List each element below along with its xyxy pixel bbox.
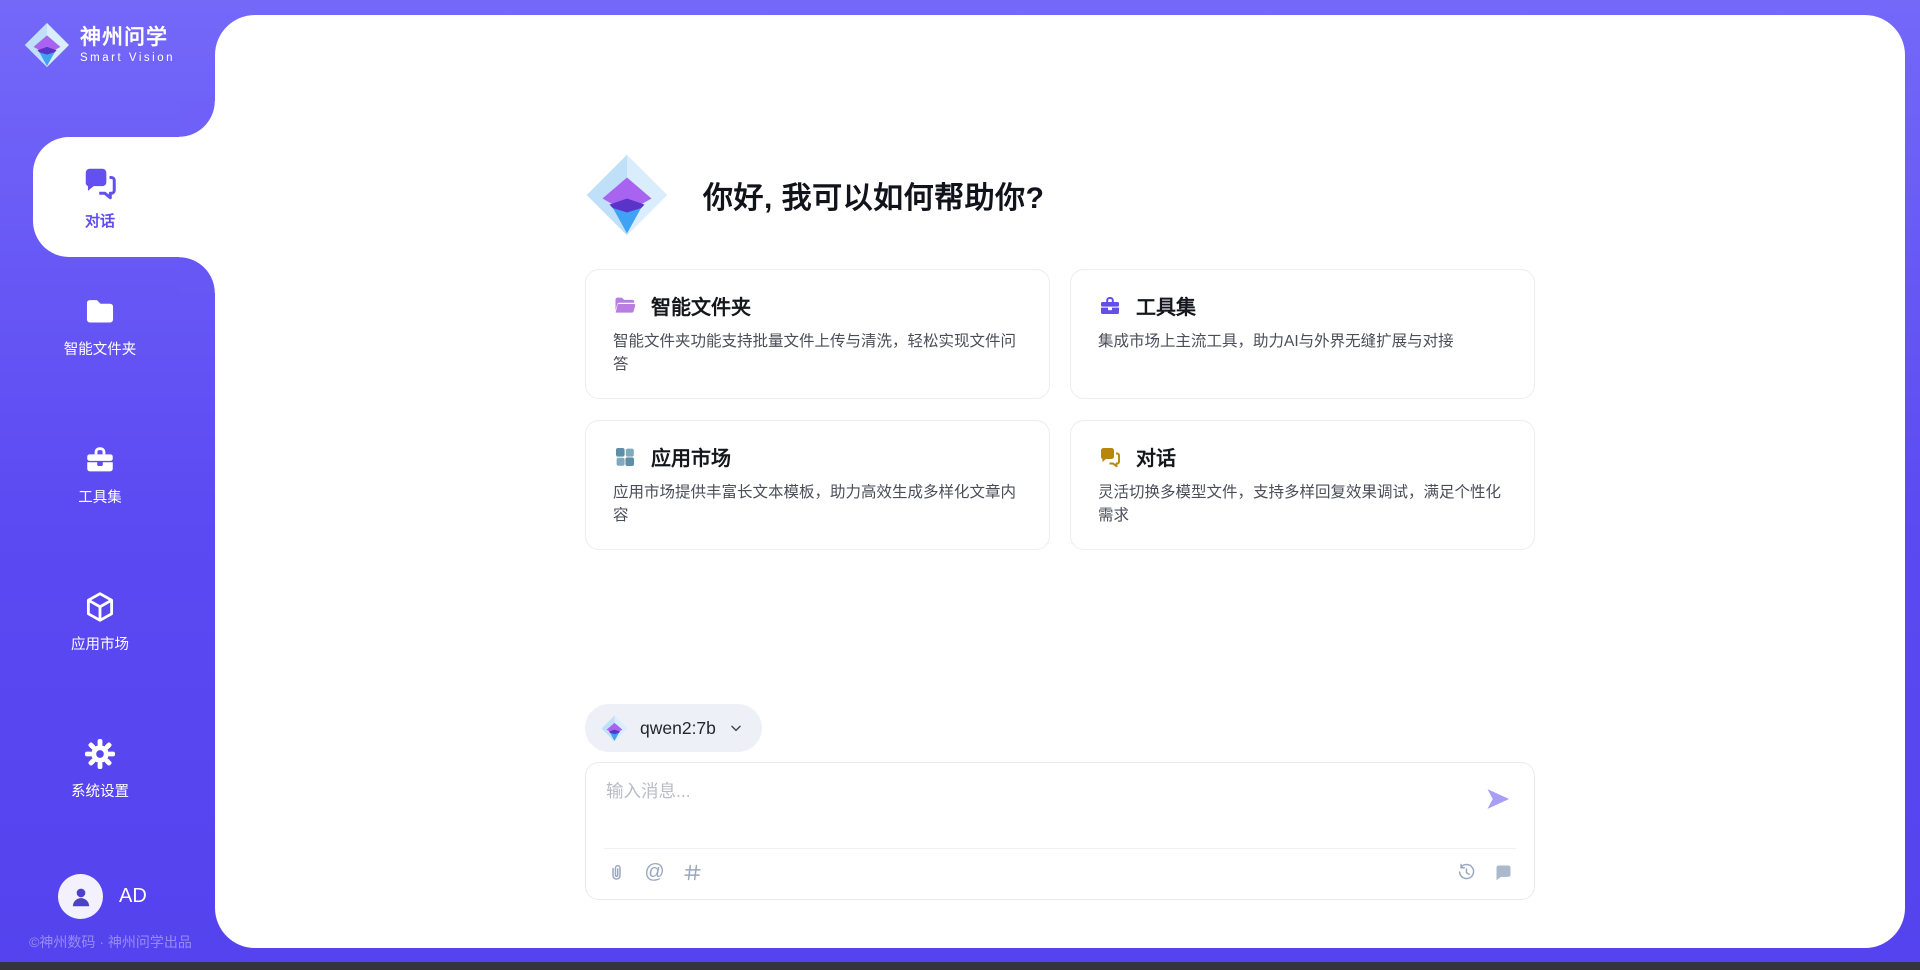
chat-filled-icon[interactable]: [1493, 862, 1514, 883]
app-logo: 神州问学 Smart Vision: [24, 22, 175, 68]
feature-cards: 智能文件夹 智能文件夹功能支持批量文件上传与清洗，轻松实现文件问答 工具集 集成…: [585, 269, 1535, 550]
gem-diamond-icon: [585, 153, 669, 237]
sidebar-item-label: 工具集: [78, 486, 122, 507]
card-description: 灵活切换多模型文件，支持多样回复效果调试，满足个性化需求: [1098, 481, 1507, 528]
send-icon[interactable]: [1484, 785, 1512, 813]
composer-toolbar: @: [606, 857, 1514, 887]
sidebar-item-label: 应用市场: [71, 633, 129, 654]
card-description: 集成市场上主流工具，助力AI与外界无缝扩展与对接: [1098, 330, 1507, 353]
card-smart-folder[interactable]: 智能文件夹 智能文件夹功能支持批量文件上传与清洗，轻松实现文件问答: [585, 269, 1050, 399]
at-mention-icon[interactable]: @: [644, 862, 665, 883]
user-name: AD: [119, 885, 147, 908]
model-selector[interactable]: qwen2:7b: [585, 704, 762, 752]
card-description: 应用市场提供丰富长文本模板，助力高效生成多样化文章内容: [613, 481, 1022, 528]
greeting-block: 你好, 我可以如何帮助你?: [585, 153, 1535, 237]
model-name: qwen2:7b: [640, 718, 716, 739]
toolbox-icon: [1098, 294, 1122, 318]
user-account[interactable]: AD: [58, 874, 147, 919]
main-panel: 你好, 我可以如何帮助你? 智能文件夹 智能文件夹功能支持批量文件上传与清洗，轻…: [215, 15, 1905, 948]
chat-bubbles-icon: [1098, 445, 1122, 469]
page-title: 你好, 我可以如何帮助你?: [703, 173, 1045, 217]
hash-icon[interactable]: [682, 862, 703, 883]
chat-bubbles-icon: [81, 164, 119, 202]
history-icon[interactable]: [1456, 862, 1477, 883]
grid-tiles-icon: [613, 445, 637, 469]
brand-subtitle: Smart Vision: [80, 52, 175, 64]
card-app-market[interactable]: 应用市场 应用市场提供丰富长文本模板，助力高效生成多样化文章内容: [585, 420, 1050, 550]
sidebar: 神州问学 Smart Vision 对话 智能文件夹 工具集: [0, 0, 215, 970]
sidebar-item-settings[interactable]: 系统设置: [0, 737, 200, 801]
card-description: 智能文件夹功能支持批量文件上传与清洗，轻松实现文件问答: [613, 330, 1022, 377]
card-title: 智能文件夹: [651, 291, 751, 320]
open-folder-icon: [613, 294, 637, 318]
sidebar-item-label: 对话: [85, 210, 115, 231]
sidebar-item-label: 系统设置: [71, 780, 129, 801]
sidebar-item-app-market[interactable]: 应用市场: [0, 590, 200, 654]
paperclip-icon[interactable]: [606, 862, 627, 883]
gear-icon: [83, 737, 117, 771]
screen-bottom-edge: [0, 962, 1920, 970]
sidebar-item-smart-folder[interactable]: 智能文件夹: [0, 295, 200, 359]
gem-diamond-icon: [601, 715, 628, 742]
gem-diamond-icon: [24, 22, 70, 68]
message-input[interactable]: [606, 778, 1464, 838]
composer-divider: [604, 848, 1516, 849]
card-title: 对话: [1136, 442, 1176, 471]
folder-icon: [83, 295, 117, 329]
card-chat[interactable]: 对话 灵活切换多模型文件，支持多样回复效果调试，满足个性化需求: [1070, 420, 1535, 550]
card-title: 应用市场: [651, 442, 731, 471]
person-icon: [68, 884, 94, 910]
sidebar-item-toolset[interactable]: 工具集: [0, 443, 200, 507]
chevron-down-icon: [728, 720, 744, 736]
card-title: 工具集: [1136, 291, 1196, 320]
sidebar-item-chat[interactable]: 对话: [33, 137, 215, 257]
brand-name: 神州问学: [80, 26, 175, 49]
sidebar-item-label: 智能文件夹: [64, 338, 137, 359]
card-toolset[interactable]: 工具集 集成市场上主流工具，助力AI与外界无缝扩展与对接: [1070, 269, 1535, 399]
message-composer: @: [585, 762, 1535, 900]
sidebar-footer-credit: ©神州数码 · 神州问学出品: [8, 932, 213, 952]
avatar: [58, 874, 103, 919]
toolbox-icon: [83, 443, 117, 477]
cube-icon: [83, 590, 117, 624]
